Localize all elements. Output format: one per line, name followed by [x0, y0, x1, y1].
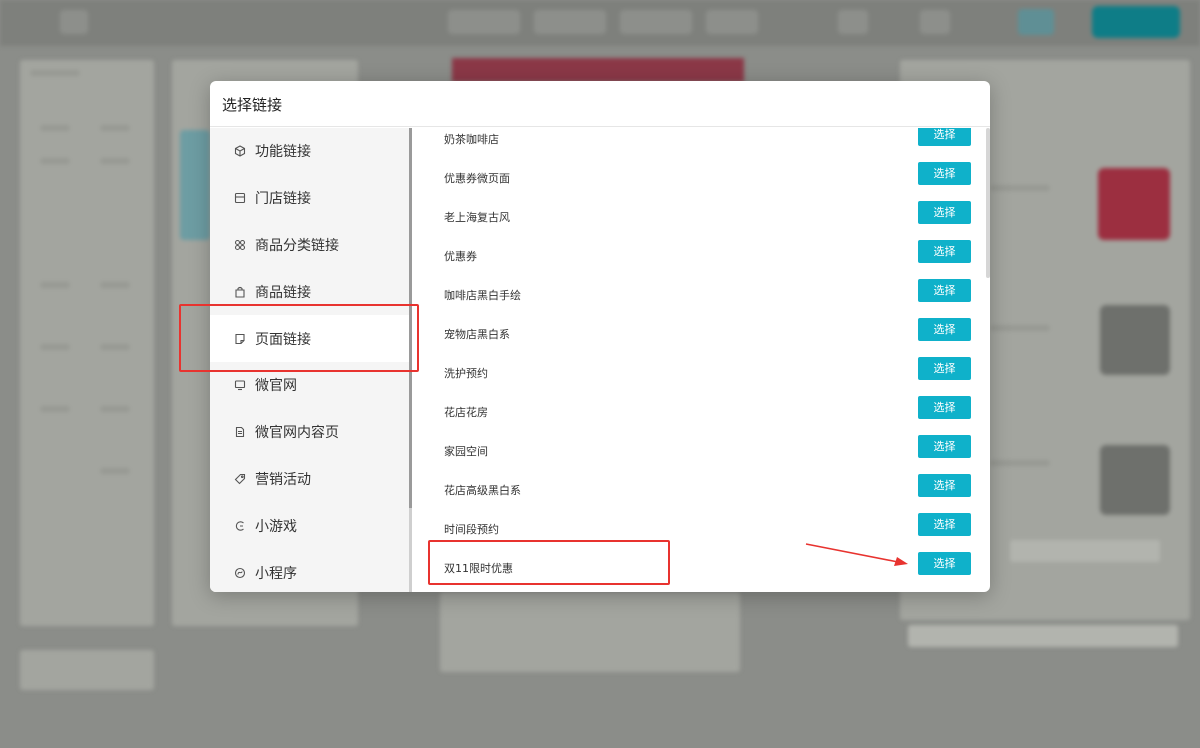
sidebar-item-label: 功能链接	[255, 144, 311, 161]
background-tab	[838, 10, 868, 34]
list-item: 优惠券微页面 选择	[412, 158, 982, 197]
content-scrollbar-thumb[interactable]	[986, 128, 990, 278]
list-item: 优惠券 选择	[412, 236, 982, 275]
list-item: 时间段预约 选择	[412, 509, 982, 548]
game-icon	[234, 520, 246, 532]
category-icon	[234, 239, 246, 251]
select-button[interactable]: 选择	[918, 396, 971, 419]
select-button[interactable]: 选择	[918, 162, 971, 185]
sidebar-item-label: 营销活动	[255, 471, 311, 488]
select-button[interactable]: 选择	[918, 201, 971, 224]
list-item: 花店高级黑白系 选择	[412, 470, 982, 509]
select-button[interactable]: 选择	[918, 474, 971, 497]
background-tab	[620, 10, 692, 34]
background-tab	[920, 10, 950, 34]
sidebar-item-label: 小程序	[255, 565, 297, 582]
select-button[interactable]: 选择	[918, 318, 971, 341]
sidebar-item-mini-program[interactable]: 小程序	[210, 549, 410, 592]
list-item: 花店花房 选择	[412, 392, 982, 431]
monitor-icon	[234, 379, 246, 391]
select-button[interactable]: 选择	[918, 513, 971, 536]
sidebar-item-function-link[interactable]: 功能链接	[210, 128, 410, 175]
sidebar-item-store-link[interactable]: 门店链接	[210, 175, 410, 222]
sidebar-item-label: 门店链接	[255, 191, 311, 208]
list-item: 老上海复古风 选择	[412, 197, 982, 236]
sidebar-item-label: 微官网内容页	[255, 425, 339, 442]
sidebar-item-marketing[interactable]: 营销活动	[210, 456, 410, 503]
sidebar-item-label: 小游戏	[255, 518, 297, 535]
list-item: 奶茶咖啡店 选择	[412, 128, 982, 158]
background-left-panel	[20, 60, 154, 626]
sidebar-item-label: 微官网	[255, 378, 297, 395]
list-item: 洗护预约 选择	[412, 353, 982, 392]
bag-icon	[234, 286, 246, 298]
sidebar-item-micro-site-content[interactable]: 微官网内容页	[210, 409, 410, 456]
select-button[interactable]: 选择	[918, 279, 971, 302]
list-item: 咖啡店黑白手绘 选择	[412, 275, 982, 314]
select-button[interactable]: 选择	[918, 357, 971, 380]
sidebar-item-mini-game[interactable]: 小游戏	[210, 502, 410, 549]
store-icon	[234, 192, 246, 204]
sidebar-item-page-link[interactable]: 页面链接	[210, 315, 410, 362]
sidebar-item-label: 商品链接	[255, 284, 311, 301]
background-logo	[60, 10, 88, 34]
background-button	[1018, 9, 1054, 35]
select-link-dialog: 选择链接 功能链接 门店链接 商品分类链接 商品链接 页面链接 微官网 微官网内…	[210, 81, 990, 592]
sidebar-item-micro-site[interactable]: 微官网	[210, 362, 410, 409]
cube-icon	[234, 145, 246, 158]
page-icon	[234, 333, 246, 345]
sidebar-item-category-link[interactable]: 商品分类链接	[210, 222, 410, 269]
select-button[interactable]: 选择	[918, 552, 971, 575]
list-item: 家园空间 选择	[412, 431, 982, 470]
sidebar-item-product-link[interactable]: 商品链接	[210, 268, 410, 315]
list-item: 宠物店黑白系 选择	[412, 314, 982, 353]
sidebar-item-label: 页面链接	[255, 331, 311, 348]
background-tab	[706, 10, 758, 34]
select-button[interactable]: 选择	[918, 435, 971, 458]
page-link-list: 奶茶咖啡店 选择 优惠券微页面 选择 老上海复古风 选择 优惠券 选择 咖啡店黑…	[412, 128, 990, 592]
link-category-sidebar: 功能链接 门店链接 商品分类链接 商品链接 页面链接 微官网 微官网内容页 营销…	[210, 128, 410, 592]
dialog-title: 选择链接	[222, 96, 283, 114]
sidebar-item-label: 商品分类链接	[255, 237, 339, 254]
select-button[interactable]: 选择	[918, 128, 971, 146]
tag-icon	[234, 473, 246, 485]
background-tab	[448, 10, 520, 34]
background-tab	[534, 10, 606, 34]
list-item: 双11限时优惠 选择	[412, 548, 982, 587]
background-primary-button	[1092, 6, 1180, 38]
dialog-header: 选择链接	[210, 81, 990, 127]
document-icon	[234, 426, 246, 438]
miniprogram-icon	[234, 567, 246, 579]
select-button[interactable]: 选择	[918, 240, 971, 263]
